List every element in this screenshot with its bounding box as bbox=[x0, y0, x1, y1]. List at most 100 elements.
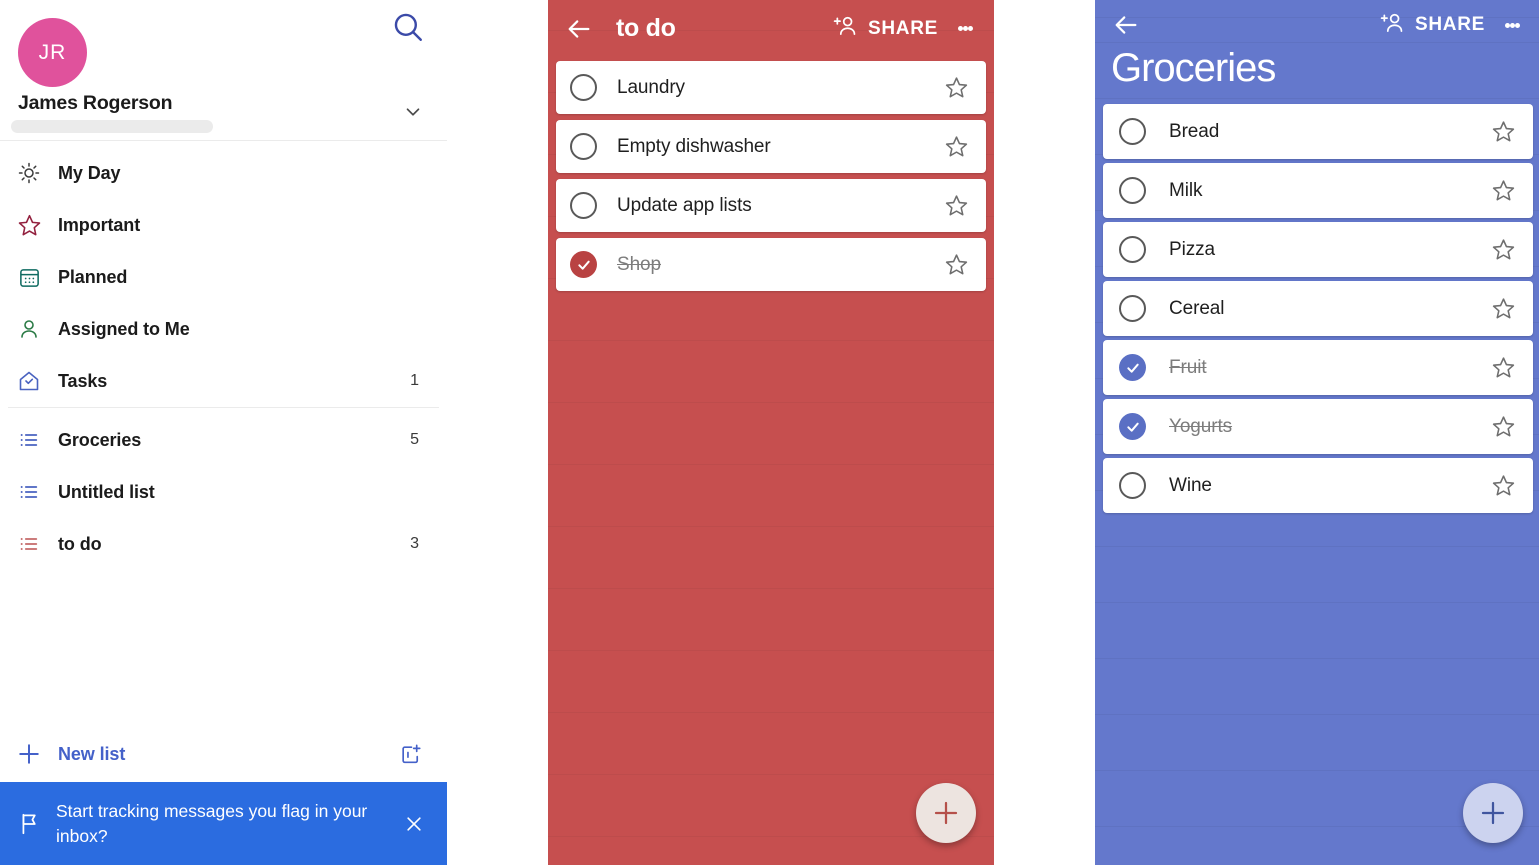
task-row[interactable]: Yogurts bbox=[1103, 399, 1533, 454]
task-row[interactable]: Pizza bbox=[1103, 222, 1533, 277]
task-row[interactable]: Update app lists bbox=[556, 179, 986, 232]
add-task-fab[interactable] bbox=[1463, 783, 1523, 843]
account-email-placeholder bbox=[11, 120, 213, 133]
task-name: Shop bbox=[617, 253, 661, 275]
sidebar-item-count: 5 bbox=[410, 431, 419, 448]
sun-icon bbox=[14, 158, 44, 188]
share-button[interactable]: SHARE bbox=[1374, 6, 1491, 45]
plus-icon bbox=[14, 739, 44, 769]
star-icon[interactable] bbox=[940, 131, 972, 163]
task-checkbox[interactable] bbox=[570, 133, 597, 160]
task-row[interactable]: Shop bbox=[556, 238, 986, 291]
sidebar-item-groceries[interactable]: Groceries 5 bbox=[0, 414, 447, 466]
task-checkbox[interactable] bbox=[1119, 472, 1146, 499]
task-checkbox[interactable] bbox=[1119, 118, 1146, 145]
task-checkbox[interactable] bbox=[1119, 413, 1146, 440]
sidebar-item-untitled-list[interactable]: Untitled list bbox=[0, 466, 447, 518]
task-row[interactable]: Milk bbox=[1103, 163, 1533, 218]
share-button[interactable]: SHARE bbox=[827, 9, 944, 48]
person-icon bbox=[14, 314, 44, 344]
task-name: Laundry bbox=[617, 76, 685, 98]
account-name: James Rogerson bbox=[18, 92, 173, 114]
chevron-down-icon[interactable] bbox=[401, 100, 425, 124]
sidebar-item-label: Untitled list bbox=[58, 481, 155, 502]
share-label: SHARE bbox=[867, 17, 938, 39]
todo-task-list: Laundry Empty dishwasher Update app list… bbox=[548, 57, 994, 291]
flag-banner-text: Start tracking messages you flag in your… bbox=[56, 801, 368, 846]
more-options-icon[interactable] bbox=[948, 12, 982, 46]
new-list-button[interactable]: New list bbox=[0, 726, 447, 782]
task-checkbox[interactable] bbox=[1119, 236, 1146, 263]
sidebar-item-important[interactable]: Important bbox=[0, 199, 447, 251]
sidebar-item-label: My Day bbox=[58, 162, 121, 183]
task-row[interactable]: Laundry bbox=[556, 61, 986, 114]
task-name: Wine bbox=[1169, 474, 1212, 496]
star-icon[interactable] bbox=[940, 249, 972, 281]
task-checkbox[interactable] bbox=[570, 192, 597, 219]
sidebar-item-label: Tasks bbox=[58, 370, 108, 391]
task-checkbox[interactable] bbox=[570, 74, 597, 101]
new-list-label: New list bbox=[58, 743, 126, 764]
sidebar-item-to-do[interactable]: to do 3 bbox=[0, 518, 447, 570]
task-name: Milk bbox=[1169, 179, 1203, 201]
avatar[interactable]: JR bbox=[18, 18, 87, 87]
star-icon[interactable] bbox=[1487, 175, 1519, 207]
sidebar-item-tasks[interactable]: Tasks 1 bbox=[0, 355, 447, 407]
home-check-icon bbox=[14, 366, 44, 396]
star-icon[interactable] bbox=[1487, 116, 1519, 148]
task-checkbox[interactable] bbox=[1119, 177, 1146, 204]
star-icon[interactable] bbox=[1487, 470, 1519, 502]
sidebar-item-assigned-to-me[interactable]: Assigned to Me bbox=[0, 303, 447, 355]
new-group-icon[interactable] bbox=[397, 740, 425, 768]
star-icon[interactable] bbox=[940, 72, 972, 104]
groceries-header-row: SHARE bbox=[1109, 0, 1529, 50]
star-icon[interactable] bbox=[1487, 352, 1519, 384]
groceries-list-panel: SHARE Groceries Bread Milk Pizza Cereal … bbox=[1095, 0, 1539, 865]
add-person-icon bbox=[833, 13, 859, 44]
todo-list-panel: to do SHARE Laundry Empty dishwasher Upd… bbox=[548, 0, 994, 865]
task-row[interactable]: Empty dishwasher bbox=[556, 120, 986, 173]
search-icon[interactable] bbox=[385, 4, 431, 50]
todo-header-actions: SHARE bbox=[827, 9, 982, 48]
star-icon[interactable] bbox=[1487, 234, 1519, 266]
back-arrow-icon[interactable] bbox=[562, 12, 596, 46]
task-checkbox[interactable] bbox=[1119, 295, 1146, 322]
task-row[interactable]: Fruit bbox=[1103, 340, 1533, 395]
panel-gap-right bbox=[994, 0, 1095, 865]
sidebar-item-label: Assigned to Me bbox=[58, 318, 190, 339]
star-icon[interactable] bbox=[940, 190, 972, 222]
panel-gap-left bbox=[447, 0, 548, 865]
sidebar-item-label: to do bbox=[58, 533, 102, 554]
task-row[interactable]: Wine bbox=[1103, 458, 1533, 513]
star-icon[interactable] bbox=[1487, 411, 1519, 443]
sidebar-smartlists: My Day Important Planned Assigned to Me … bbox=[0, 141, 447, 407]
list-icon bbox=[14, 425, 44, 455]
task-row[interactable]: Cereal bbox=[1103, 281, 1533, 336]
task-checkbox[interactable] bbox=[1119, 354, 1146, 381]
add-task-fab[interactable] bbox=[916, 783, 976, 843]
sidebar-item-label: Important bbox=[58, 214, 141, 235]
sidebar: JR James Rogerson My Day Important Plann… bbox=[0, 0, 447, 865]
task-checkbox[interactable] bbox=[570, 251, 597, 278]
task-name: Cereal bbox=[1169, 297, 1225, 319]
task-name: Pizza bbox=[1169, 238, 1215, 260]
back-arrow-icon[interactable] bbox=[1109, 8, 1143, 42]
task-name: Yogurts bbox=[1169, 415, 1233, 437]
groceries-task-list: Bread Milk Pizza Cereal Fruit Yogurts Wi… bbox=[1095, 104, 1539, 513]
sidebar-item-label: Groceries bbox=[58, 429, 142, 450]
sidebar-item-my-day[interactable]: My Day bbox=[0, 147, 447, 199]
task-row[interactable]: Bread bbox=[1103, 104, 1533, 159]
task-name: Bread bbox=[1169, 120, 1220, 142]
sidebar-item-count: 3 bbox=[410, 535, 419, 552]
flag-banner[interactable]: Start tracking messages you flag in your… bbox=[0, 782, 447, 865]
task-name: Empty dishwasher bbox=[617, 135, 771, 157]
star-icon[interactable] bbox=[1487, 293, 1519, 325]
groceries-panel-header: SHARE Groceries bbox=[1095, 0, 1539, 104]
todo-panel-title: to do bbox=[616, 14, 676, 42]
groceries-header-actions: SHARE bbox=[1374, 6, 1529, 45]
more-options-icon[interactable] bbox=[1495, 8, 1529, 42]
close-icon[interactable] bbox=[395, 814, 433, 834]
add-person-icon bbox=[1380, 10, 1406, 41]
sidebar-item-planned[interactable]: Planned bbox=[0, 251, 447, 303]
